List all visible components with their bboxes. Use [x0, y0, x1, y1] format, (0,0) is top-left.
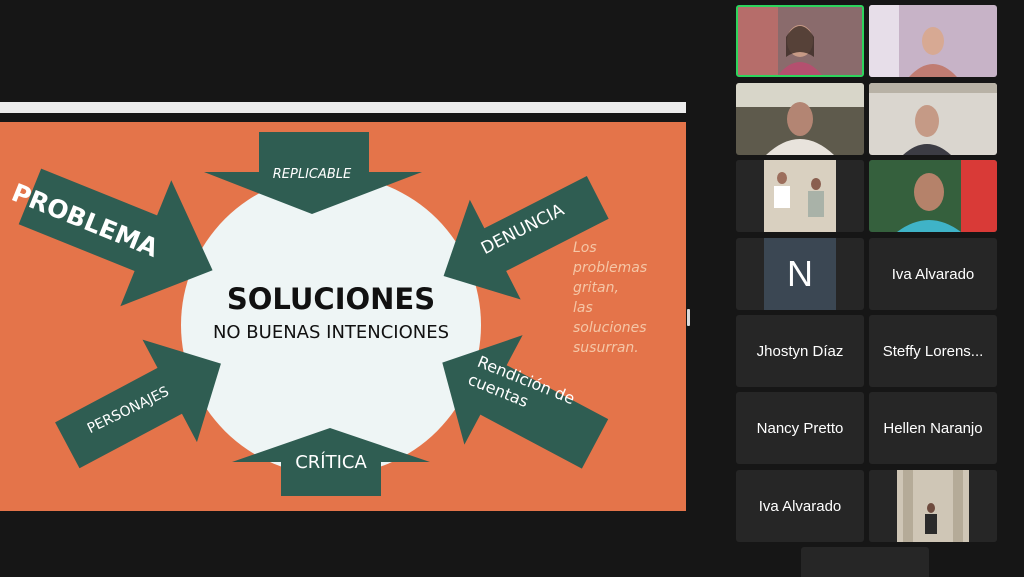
participant-tile-3[interactable]: [736, 83, 864, 155]
slide-subtitle: NO BUENAS INTENCIONES: [213, 322, 449, 343]
participant-tile-4[interactable]: [869, 83, 997, 155]
participant-tile-12[interactable]: Hellen Naranjo: [869, 392, 997, 464]
participant-tile-10[interactable]: Steffy Lorens...: [869, 315, 997, 387]
arrow-replicable-label: REPLICABLE: [273, 167, 352, 182]
participant-video-1: [738, 7, 862, 75]
participant-tile-6[interactable]: [869, 160, 997, 232]
participant-name: Iva Alvarado: [758, 497, 842, 515]
participant-name: Iva Alvarado: [891, 265, 975, 283]
slide-quote: Los problemas gritan, las soluciones sus…: [573, 240, 648, 356]
participant-avatar-initial: N: [764, 238, 836, 310]
gallery-next-page-tab[interactable]: [801, 547, 929, 577]
participant-tile-8[interactable]: Iva Alvarado: [869, 238, 997, 310]
screen-share-top-bar: [0, 102, 686, 113]
participant-tile-1[interactable]: [736, 5, 864, 77]
shared-slide: REPLICABLE PROBLEMA DENUNCIA Rendición d…: [0, 122, 686, 511]
arrow-critica-label: CRÍTICA: [295, 451, 367, 473]
participant-tile-2[interactable]: [869, 5, 997, 77]
participant-name: Jhostyn Díaz: [756, 342, 844, 360]
participant-tile-13[interactable]: Iva Alvarado: [736, 470, 864, 542]
participant-tile-7[interactable]: N: [736, 238, 864, 310]
participant-name: Nancy Pretto: [756, 419, 844, 437]
participant-tile-14[interactable]: [869, 470, 997, 542]
participant-video-4: [869, 83, 997, 155]
participant-video-5: [736, 160, 864, 232]
participant-video-14: [869, 470, 997, 542]
participant-name: Steffy Lorens...: [882, 342, 984, 360]
participant-video-6: [869, 160, 997, 232]
split-view-resize-handle[interactable]: [687, 309, 690, 326]
participant-name: Hellen Naranjo: [883, 419, 983, 437]
slide-title: SOLUCIONES: [227, 282, 435, 316]
participant-video-2: [869, 5, 997, 77]
participant-tile-5[interactable]: [736, 160, 864, 232]
participant-tile-11[interactable]: Nancy Pretto: [736, 392, 864, 464]
participant-tile-9[interactable]: Jhostyn Díaz: [736, 315, 864, 387]
participant-video-3: [736, 83, 864, 155]
